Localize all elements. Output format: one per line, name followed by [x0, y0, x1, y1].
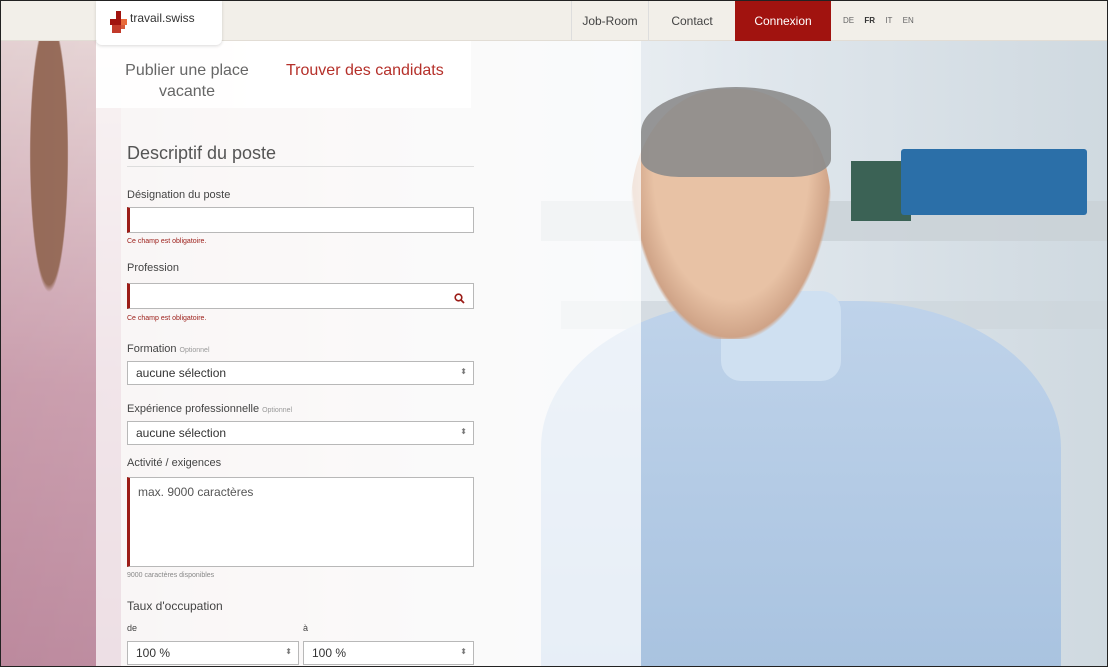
experience-label-text: Expérience professionnelle [127, 403, 260, 415]
login-button[interactable]: Connexion [735, 1, 831, 41]
search-icon[interactable] [454, 291, 465, 304]
language-switcher: DE FR IT EN [843, 1, 922, 41]
section-title: Descriptif du poste [127, 143, 277, 163]
profession-label: Profession [127, 262, 179, 274]
lang-en[interactable]: EN [903, 16, 914, 25]
job-title-input[interactable] [127, 207, 474, 233]
chevron-updown-icon: ⬍ [460, 647, 467, 656]
nav-contact[interactable]: Contact [653, 1, 731, 41]
activity-label: Activité / exigences [127, 457, 222, 469]
logo[interactable]: travail.swiss [96, 1, 222, 45]
education-selected: aucune sélection [136, 366, 227, 380]
profession-input[interactable] [127, 283, 474, 309]
chevron-updown-icon: ⬍ [285, 647, 292, 656]
chevron-updown-icon: ⬍ [460, 367, 467, 376]
top-bar: travail.swiss Job-Room Contact Connexion… [1, 1, 1107, 45]
tab-publish-vacancy[interactable]: Publier une place vacante [113, 60, 261, 102]
page: travail.swiss Job-Room Contact Connexion… [0, 0, 1108, 667]
workload-from-label: de [127, 623, 138, 633]
activity-char-count: 9000 caractères disponibles [127, 572, 215, 579]
job-title-error: Ce champ est obligatoire. [127, 238, 207, 245]
nav-job-room[interactable]: Job-Room [571, 1, 649, 41]
workload-from-value: 100 % [136, 646, 171, 660]
workload-to-label: à [303, 623, 309, 633]
experience-optional: Optionnel [262, 407, 293, 414]
background-man-hair [641, 87, 831, 177]
experience-select[interactable]: aucune sélection ⬍ [127, 421, 474, 445]
workload-to-value: 100 % [312, 646, 347, 660]
logo-icon [110, 11, 130, 35]
experience-label: Expérience professionnelle Optionnel [127, 403, 292, 415]
job-title-label: Désignation du poste [127, 189, 231, 201]
workload-label: Taux d'occupation [127, 599, 223, 613]
lang-fr[interactable]: FR [864, 16, 875, 25]
chevron-updown-icon: ⬍ [460, 427, 467, 436]
experience-selected: aucune sélection [136, 426, 227, 440]
lang-de[interactable]: DE [843, 16, 854, 25]
section-divider [127, 166, 474, 167]
education-select[interactable]: aucune sélection ⬍ [127, 361, 474, 385]
education-label-text: Formation [127, 343, 177, 355]
profession-error: Ce champ est obligatoire. [127, 315, 207, 322]
activity-textarea[interactable]: max. 9000 caractères [127, 477, 474, 567]
lang-it[interactable]: IT [885, 16, 892, 25]
logo-text: travail.swiss [130, 11, 195, 25]
workload-to-select[interactable]: 100 % ⬍ [303, 641, 474, 665]
workload-from-select[interactable]: 100 % ⬍ [127, 641, 299, 665]
background-box-blue [901, 149, 1087, 215]
education-label: Formation Optionnel [127, 343, 210, 355]
tab-find-candidates[interactable]: Trouver des candidats [286, 60, 446, 81]
education-optional: Optionnel [179, 347, 210, 354]
